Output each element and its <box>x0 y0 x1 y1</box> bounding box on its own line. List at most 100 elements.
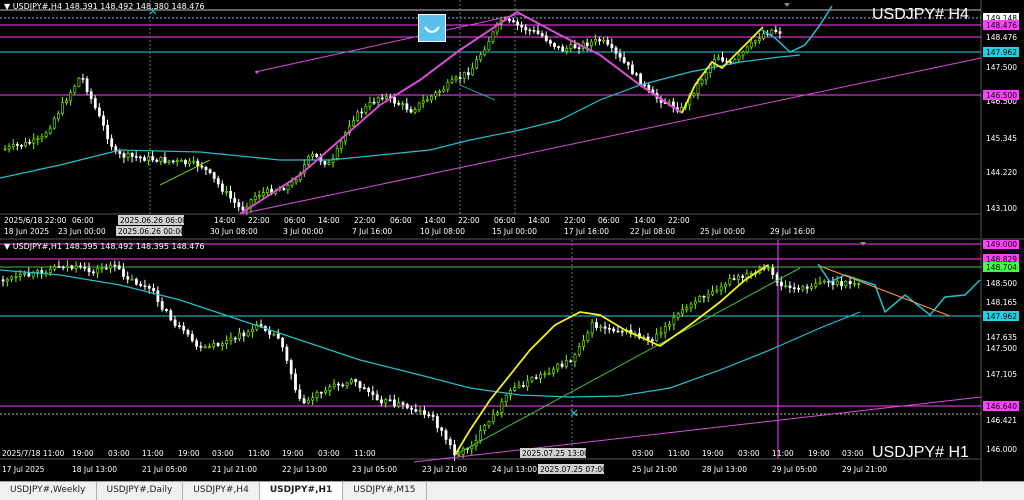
h4-candle-body <box>491 31 495 42</box>
h4-chart[interactable]: 149.148148.476147.962147.500146.500145.3… <box>0 0 1024 238</box>
h4-candle-body <box>171 160 175 163</box>
h4-candle-body <box>241 206 245 211</box>
h1-candle-body <box>448 439 452 446</box>
chart-tab-bar: USDJPY#,Weekly USDJPY#,Daily USDJPY#,H4 … <box>0 481 1024 500</box>
h4-date-label: 18 Jun 2025 <box>4 227 49 236</box>
h1-candle-body <box>603 326 607 329</box>
h1-date-label: 22 Jul 13:00 <box>282 465 327 474</box>
h1-candle-body <box>92 271 95 274</box>
h1-price-label: 146.421 <box>986 416 1017 425</box>
h1-candle-body <box>698 295 702 302</box>
h4-candle-body <box>540 33 544 37</box>
h4-price-label: 144.220 <box>986 168 1017 177</box>
h1-candle-body <box>741 275 745 278</box>
h4-candle-body <box>36 138 40 140</box>
h4-candle-body <box>384 96 388 99</box>
h1-candle-body <box>491 414 495 422</box>
smile-indicator-icon[interactable] <box>418 14 446 42</box>
tab-usdjpy-weekly[interactable]: USDJPY#,Weekly <box>0 482 97 500</box>
h1-candle-body <box>104 267 108 270</box>
h1-candle-body <box>483 425 487 432</box>
h4-time-label: 14:00 <box>318 216 340 225</box>
h1-candle-body <box>801 286 805 290</box>
h1-candle-body <box>534 377 538 379</box>
h1-chart-canvas[interactable]: 149.000148.829148.704148.500148.165147.9… <box>0 240 1024 481</box>
h1-candle-body <box>178 325 181 327</box>
h4-candle-body <box>233 197 237 203</box>
h1-date-label: 25 Jul 21:00 <box>632 465 677 474</box>
h4-time-label: 14:00 <box>528 216 550 225</box>
h4-date-label: 23 Jun 00:00 <box>58 227 106 236</box>
h4-time-label: 14:00 <box>634 216 656 225</box>
h4-candle-body <box>487 41 491 51</box>
h4-chart-canvas[interactable]: 149.148148.476147.962147.500146.500145.3… <box>0 0 1024 238</box>
h1-candle-body <box>195 340 199 347</box>
tab-usdjpy-h4[interactable]: USDJPY#,H4 <box>183 482 260 500</box>
h4-candle-body <box>561 46 565 52</box>
h1-candle-body <box>276 333 280 339</box>
h1-candle-body <box>27 273 31 277</box>
h4-candle-body <box>229 190 233 199</box>
h1-candle-body <box>57 266 61 268</box>
h1-candle-body <box>48 268 52 273</box>
h4-candle-body <box>200 165 204 168</box>
tab-usdjpy-m15[interactable]: USDJPY#,M15 <box>343 482 427 500</box>
h4-time-label: 06:00 <box>390 216 412 225</box>
h1-candle-body <box>582 340 586 347</box>
h4-time-label: 06:00 <box>72 216 94 225</box>
h4-candle-body <box>282 188 286 191</box>
h4-candle-body <box>323 160 327 165</box>
h1-candle-body <box>547 372 551 375</box>
h1-candle-body <box>844 281 848 287</box>
h4-candle-body <box>44 132 48 137</box>
tab-usdjpy-h1[interactable]: USDJPY#,H1 <box>259 482 344 500</box>
h1-candle-body <box>190 333 194 342</box>
h4-candle-body <box>745 46 749 53</box>
h1-candle-body <box>788 285 792 288</box>
h4-candle-body <box>139 156 142 159</box>
h4-candle-body <box>11 144 15 147</box>
h4-candle-body <box>700 79 704 84</box>
h1-candle-body <box>663 326 667 333</box>
h1-chart[interactable]: 149.000148.829148.704148.500148.165147.9… <box>0 240 1024 481</box>
h1-candle-body <box>203 346 207 349</box>
h1-candle-body <box>711 290 715 295</box>
h4-candle-body <box>585 42 589 47</box>
h4-candle-body <box>598 39 602 42</box>
h1-candle-body <box>831 281 835 285</box>
h1-symbol-label: USDJPY# H1 <box>872 444 969 461</box>
h4-candle-body <box>290 181 294 186</box>
h4-candle-body <box>204 166 208 170</box>
h1-candle-body <box>367 387 371 393</box>
h1-candle-body <box>728 278 732 285</box>
h4-candle-body <box>512 20 515 23</box>
h4-candle-body <box>507 18 511 21</box>
h1-price-label: 147.105 <box>986 370 1017 379</box>
h1-candle-body <box>517 385 521 388</box>
h4-candle-body <box>237 202 241 208</box>
h1-candle-body <box>599 326 603 329</box>
h1-candle-body <box>199 346 203 348</box>
h4-candle-body <box>20 145 23 147</box>
h1-candle-body <box>208 346 211 348</box>
h1-candle-body <box>612 328 616 332</box>
h1-price-tag-label: 148.704 <box>986 263 1017 272</box>
h1-time-label: 03:00 <box>632 449 654 458</box>
h4-candle-body <box>155 159 159 162</box>
h4-candle-body <box>73 85 77 93</box>
h1-candle-body <box>724 283 727 288</box>
h1-date-label: 21 Jul 21:00 <box>212 465 257 474</box>
h1-candle-body <box>521 385 525 387</box>
h1-candle-body <box>797 287 801 290</box>
h4-candle-body <box>134 156 138 158</box>
h1-candle-body <box>573 354 577 362</box>
h4-candle-body <box>294 179 298 183</box>
h4-candle-body <box>610 43 614 49</box>
tab-usdjpy-daily[interactable]: USDJPY#,Daily <box>97 482 184 500</box>
h1-candle-body <box>212 343 216 347</box>
h4-candle-body <box>589 41 593 47</box>
h4-time-label: 14:00 <box>424 216 446 225</box>
h4-candle-body <box>32 138 36 144</box>
h4-candle-body <box>626 62 630 66</box>
h4-candle-body <box>360 111 364 114</box>
